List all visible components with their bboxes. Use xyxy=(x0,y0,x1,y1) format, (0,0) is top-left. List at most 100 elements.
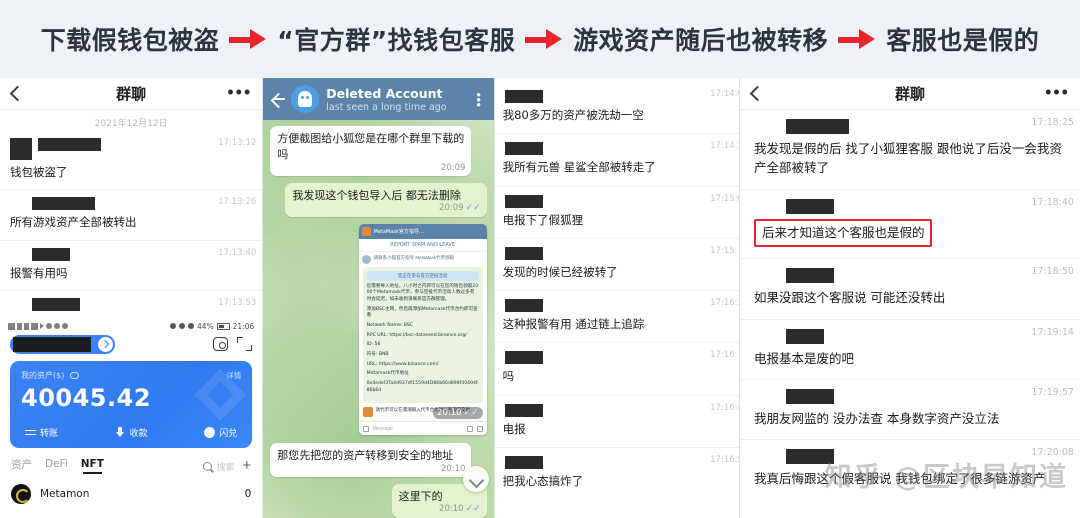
message-time: 17:16:1 xyxy=(710,298,739,308)
message-row[interactable]: 17:18:25 我发现是假的后 找了小狐狸客服 跟他说了后没一会我资产全部被转… xyxy=(739,110,1080,190)
message-row[interactable]: 17:14:0 我80多万的资产被洗劫一空 xyxy=(494,82,739,135)
message-text: 所有游戏资产全部被转出 xyxy=(10,215,137,230)
transfer-button[interactable]: 转账 xyxy=(25,426,58,439)
tab-defi[interactable]: DeFi xyxy=(45,458,68,474)
message-row[interactable]: 17:19:57 我朋友网监的 没办法查 本身数字资产没立法 xyxy=(739,380,1080,441)
message-list: 17:14:0 我80多万的资产被洗劫一空 17:14:3 我所有元兽 星鲨全部… xyxy=(494,78,739,499)
message-row[interactable]: 17:18:50 如果没跟这个客服说 可能还没转出 xyxy=(739,259,1080,320)
message-bubble-incoming[interactable]: 方便截图给小狐您是在哪个群里下载的吗 20:09 xyxy=(270,126,472,176)
nft-list-item[interactable]: Metamon 0 xyxy=(0,476,262,504)
receive-button[interactable]: 收款 xyxy=(115,426,148,439)
camera-icon[interactable] xyxy=(213,337,229,352)
message-time: 20:10 xyxy=(440,463,466,474)
panel-strip: 群聊 ••• 2021年12月12日 17:13:12 钱包被盗了 17:13:… xyxy=(0,78,1080,518)
message-text: 我发现是假的后 找了小狐狸客服 跟他说了后没一会我资产全部被转了 xyxy=(753,141,1062,176)
message-row[interactable]: 17:13:26 所有游戏资产全部被转出 xyxy=(0,190,263,241)
sync-icon xyxy=(46,323,52,330)
message-row[interactable]: 17:16:5 把我心态搞炸了 xyxy=(495,448,739,499)
message-time: 20:09 xyxy=(440,162,466,173)
read-check-icon: ✓✓ xyxy=(465,504,481,515)
chevron-down-circle-icon[interactable] xyxy=(462,466,489,492)
time-value: 20:09 xyxy=(439,202,464,213)
sender-name-redacted xyxy=(32,297,80,311)
wallet-address-pill[interactable] xyxy=(10,334,115,354)
message-row[interactable]: 17:13:53 xyxy=(0,291,262,319)
search-placeholder: 搜索 xyxy=(216,462,235,473)
nft-name: Metamon xyxy=(40,487,90,500)
tab-nft[interactable]: NFT xyxy=(81,458,104,475)
receive-label: 收款 xyxy=(129,428,148,439)
message-row[interactable]: 17:16:1 吗 xyxy=(494,343,739,396)
read-check-icon: ✓✓ xyxy=(465,202,481,213)
message-row[interactable]: 17:15:1 发现的时候已经被转了 xyxy=(494,239,739,291)
sender-name-redacted xyxy=(785,449,834,465)
scam-rpc-url[interactable]: RPC URL: https://bsc-dataseed.binance.or… xyxy=(367,333,479,340)
arrow-left-icon[interactable] xyxy=(269,90,287,108)
message-row[interactable]: 17:15:0 电报下了假狐狸 xyxy=(494,187,739,239)
message-row[interactable]: 17:13:40 报警有用吗 xyxy=(0,241,263,291)
more-dots-icon[interactable]: ••• xyxy=(1045,83,1070,101)
status-left-icons xyxy=(8,322,68,330)
scam-site-url[interactable]: URL: https://www.binance.com/ xyxy=(367,362,479,369)
message-time: 17:18:50 xyxy=(1031,266,1074,278)
back-icon[interactable] xyxy=(10,85,20,101)
time-value: 20:10 xyxy=(437,408,462,419)
message-text: 我真后悔跟这个假客服说 我钱包绑定了很多链游资产 xyxy=(753,471,1046,487)
swap-button[interactable]: 闪兑 xyxy=(204,426,237,439)
message-bubble-outgoing[interactable]: 我发现这个钱包导入后 都无法删除 20:09 ✓✓ xyxy=(285,182,487,217)
sender-name-redacted xyxy=(504,351,543,365)
message-row[interactable]: 17:13:12 钱包被盗了 xyxy=(0,131,263,191)
alarm-icon xyxy=(178,323,185,330)
message-time: 17:18:40 xyxy=(1031,196,1074,208)
message-bubble-incoming[interactable]: 那您先把您的资产转移到安全的地址 20:10 xyxy=(270,443,472,478)
message-text: 这里下的 xyxy=(398,490,443,504)
message-row[interactable]: 17:14:3 我所有元兽 星鲨全部被转走了 xyxy=(494,134,739,187)
wallet-balance-card: 我的资产($) 详情 40045.42 转账 收款 闪兑 xyxy=(10,360,253,448)
wallet-search[interactable]: 搜索 + xyxy=(203,458,252,473)
scam-paragraph: Network Name: BSC xyxy=(366,323,414,329)
chat-header: 群聊 ••• xyxy=(739,78,1080,110)
vertical-dots-icon[interactable]: • • • xyxy=(472,88,486,111)
scam-message-body: 您正在参与官方空投活动 您需要导入地址，八小时之内即可以在您的钱包领取2000个… xyxy=(362,266,483,404)
message-row[interactable]: 17:20:08 我真后悔跟这个假客服说 我钱包绑定了很多链游资产 xyxy=(740,440,1080,499)
message-text: 那您先把您的资产转移到安全的地址 xyxy=(277,449,454,463)
chat-title: 群聊 xyxy=(894,85,925,103)
wifi-icon xyxy=(31,322,38,330)
battery-percent: 44% xyxy=(196,321,214,331)
screenshot-chat-title: MetaMask官方指导… xyxy=(373,228,424,235)
tab-assets[interactable]: 资产 xyxy=(11,457,32,476)
bluetooth-icon xyxy=(187,323,194,330)
date-divider: 2021年12月12日 xyxy=(94,119,168,129)
chevron-right-icon[interactable] xyxy=(98,336,113,352)
message-row-highlighted[interactable]: 17:18:40 后来才知道这个客服也是假的 xyxy=(739,190,1080,260)
more-dots-icon[interactable]: ••• xyxy=(227,83,252,101)
scam-banner: 您正在参与官方空投活动 xyxy=(366,270,479,281)
sender-name-redacted xyxy=(32,247,70,261)
ghost-avatar-icon[interactable] xyxy=(291,85,320,113)
add-button[interactable]: + xyxy=(243,458,252,473)
message-row[interactable]: 17:16:1 这种报警有用 通过链上追踪 xyxy=(494,291,739,344)
message-row[interactable]: 17:19:14 电报基本是废的吧 xyxy=(739,320,1080,380)
message-row[interactable]: 17:16:4 电报 xyxy=(494,396,739,448)
balance-amount: 40045.42 xyxy=(21,383,152,412)
scam-paragraph: Metamask代币地址 xyxy=(366,371,409,377)
wallet-header-icons xyxy=(213,337,253,352)
detail-link[interactable]: 详情 xyxy=(226,370,241,381)
back-icon[interactable] xyxy=(750,85,760,101)
telegram-header: Deleted Account last seen a long time ag… xyxy=(263,78,494,120)
message-time: 17:16:1 xyxy=(710,350,739,361)
message-time: 20:10 ✓✓ xyxy=(439,503,481,516)
chat-header: 群聊 ••• xyxy=(0,78,263,110)
message-text: 我朋友网监的 没办法查 本身数字资产没立法 xyxy=(753,410,1000,426)
battery-icon xyxy=(216,322,230,330)
message-time: 17:14:0 xyxy=(710,89,739,99)
message-time: 17:16:5 xyxy=(710,454,739,465)
message-time: 17:13:40 xyxy=(218,247,257,258)
sender-name-redacted xyxy=(504,246,543,260)
scam-contract-address: 0x4edef3Ta4d937df1559d4D86b66d898f40494F… xyxy=(366,381,479,393)
eye-icon[interactable] xyxy=(69,371,79,379)
wallet-screenshot-attachment[interactable]: 44% 21:06 我的资产($) 详情 40045.42 转账 收款 闪兑 资… xyxy=(0,318,263,504)
message-text: 后来才知道这个客服也是假的 xyxy=(753,218,933,248)
forwarded-screenshot-image[interactable]: MetaMask官方指导… REPORT SPAM AND LEAVE 请联系小… xyxy=(358,223,487,436)
scan-icon[interactable] xyxy=(237,337,253,352)
